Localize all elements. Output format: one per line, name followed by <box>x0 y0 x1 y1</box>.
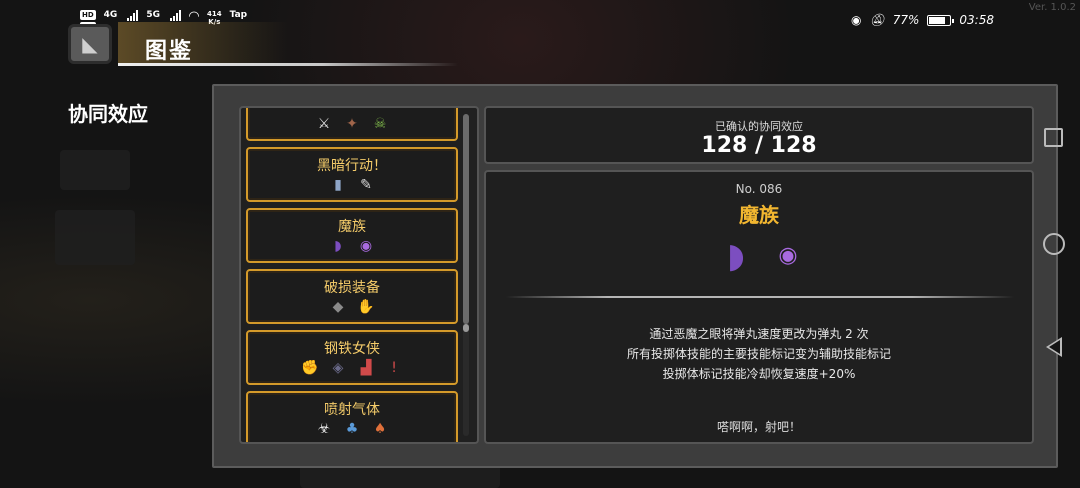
synergy-number: No. 086 <box>735 182 783 196</box>
red-mushroom-icon: ♠ <box>373 421 387 437</box>
back-button[interactable]: ◣ <box>68 24 112 64</box>
recent-apps-button[interactable] <box>1044 128 1063 147</box>
synergy-list-item[interactable]: ⚔ ✦ ☠ <box>246 108 458 141</box>
synergy-item-icons: ◗ ◉ <box>248 236 456 256</box>
app-notification: Tap <box>229 10 248 20</box>
synergy-detail: No. 086 魔族 ◗ ◉ 通过恶魔之眼将弹丸速度更改为弹丸 2 次 所有投掷… <box>484 170 1034 444</box>
dagger-icon: ! <box>391 360 397 376</box>
section-title: 协同效应 <box>68 102 148 126</box>
description-line: 投掷体标记技能冷却恢复速度+20% <box>662 367 856 381</box>
scrollbar-thumb[interactable] <box>463 114 469 324</box>
gauntlet-icon: ✋ <box>357 299 375 315</box>
counter-label: 已确认的协同效应 <box>715 120 803 133</box>
glove-icon: ✊ <box>301 360 319 376</box>
sword-icon: ⚔ <box>317 116 331 132</box>
synergy-list-item[interactable]: 喷射气体 ☣ ♣ ♠ <box>246 391 458 442</box>
synergy-description: 通过恶魔之眼将弹丸速度更改为弹丸 2 次 所有投掷体技能的主要技能标记变为辅助技… <box>486 324 1032 384</box>
skull-icon: ☠ <box>373 116 387 132</box>
divider <box>506 296 1014 298</box>
battery-percent: 77% <box>892 13 920 27</box>
synergy-item-name: 钢铁女侠 <box>324 341 380 357</box>
demon-eye-icon: ◉ <box>359 238 373 254</box>
helmet-icon: ◆ <box>332 299 344 315</box>
counter-value: 128 / 128 <box>701 133 817 158</box>
description-line: 通过恶魔之眼将弹丸速度更改为弹丸 2 次 <box>649 327 869 341</box>
version-label: Ver. 1.0.2 <box>1028 2 1076 13</box>
description-line: 所有投掷体技能的主要技能标记变为辅助技能标记 <box>626 347 891 361</box>
branch-icon: ✦ <box>346 116 358 132</box>
title-underline <box>118 63 458 66</box>
blue-mushroom-icon: ♣ <box>345 421 359 437</box>
boots-icon: ▟ <box>360 360 372 376</box>
synergy-item-icons: ⚔ ✦ ☠ <box>248 114 456 134</box>
clock: 03:58 <box>959 13 994 27</box>
synergy-list[interactable]: ⚔ ✦ ☠ 黑暗行动！ ▮ ✎ 魔族 ◗ ◉ 破损装备 ◆ ✋ 钢铁女侠 ✊ ◈ ▟! 喷射气体 ☣ ♣ ♠ <box>239 106 479 444</box>
bottle-icon: ▮ <box>334 177 342 193</box>
horn-icon: ◗ <box>727 236 745 276</box>
synergy-item-name: 破损装备 <box>324 280 380 296</box>
scrollbar-indicator <box>463 324 469 332</box>
nav-back-button[interactable] <box>1046 337 1062 357</box>
signal-icon <box>169 10 181 21</box>
back-arrow-icon: ◣ <box>82 32 98 56</box>
mute-icon: 🔕︎ <box>869 13 885 27</box>
horn-icon: ◗ <box>334 238 342 254</box>
synergy-list-item[interactable]: 魔族 ◗ ◉ <box>246 208 458 263</box>
synergy-quote: 嗒啊啊，射吧！ <box>716 420 801 434</box>
synergy-item-icons: ✊ ◈ ▟! <box>248 358 456 378</box>
synergy-item-icons: ☣ ♣ ♠ <box>248 419 456 439</box>
armor-icon: ◈ <box>332 360 344 376</box>
synergy-item-icons: ◆ ✋ <box>248 297 456 317</box>
network-type: 5G <box>146 10 160 20</box>
biohazard-icon: ☣ <box>317 421 331 437</box>
network-type: 4G <box>103 10 118 20</box>
syringe-icon: ✎ <box>360 177 372 193</box>
title-glow <box>118 22 288 64</box>
synergy-item-name: 黑暗行动！ <box>317 158 387 174</box>
page-title: 图鉴 <box>145 39 194 64</box>
bg-decoration <box>55 210 135 265</box>
eye-icon: ◉ <box>851 13 862 27</box>
synergy-list-item[interactable]: 黑暗行动！ ▮ ✎ <box>246 147 458 202</box>
synergy-item-name: 喷射气体 <box>324 402 380 418</box>
hd-badge: HD <box>80 10 96 20</box>
synergy-name: 魔族 <box>739 203 779 227</box>
bg-decoration <box>60 150 130 190</box>
synergy-icons: ◗ ◉ <box>486 238 1032 274</box>
signal-icon <box>127 10 139 21</box>
demon-eye-icon: ◉ <box>778 243 798 268</box>
synergy-list-item[interactable]: 钢铁女侠 ✊ ◈ ▟! <box>246 330 458 385</box>
battery-icon <box>927 14 955 26</box>
synergy-item-name: 魔族 <box>338 219 366 235</box>
synergy-list-item[interactable]: 破损装备 ◆ ✋ <box>246 269 458 324</box>
synergy-item-icons: ▮ ✎ <box>248 175 456 195</box>
synergy-counter: 已确认的协同效应 128 / 128 <box>484 106 1034 164</box>
home-button[interactable] <box>1043 233 1065 255</box>
